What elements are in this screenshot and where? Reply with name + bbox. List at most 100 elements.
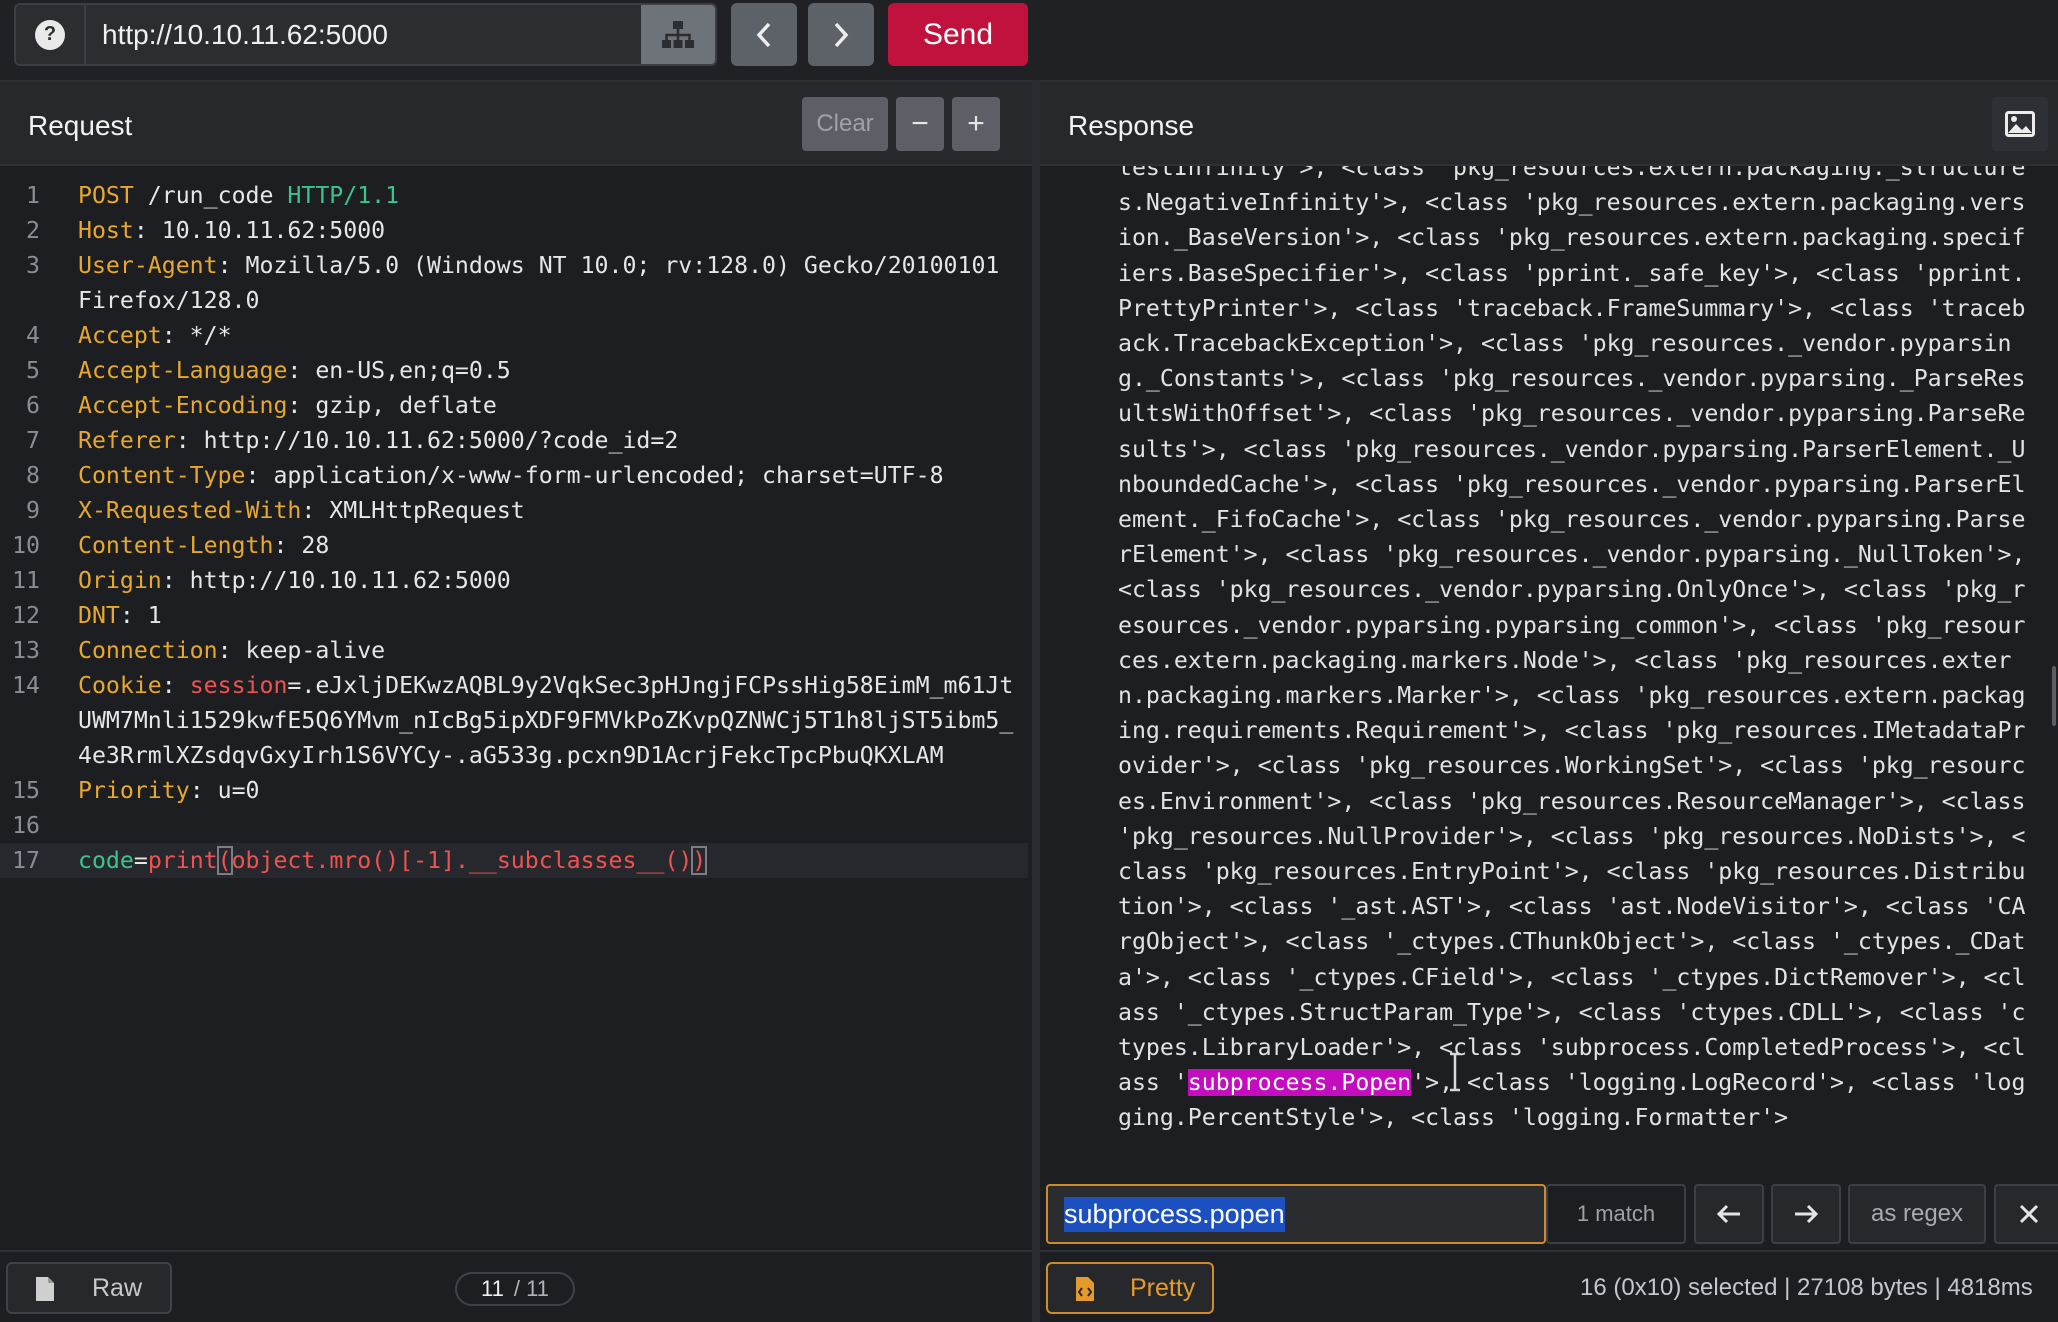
header-value: : en-US,en;q=0.5	[287, 357, 511, 384]
code-line: 13 Connection: keep-alive	[0, 633, 1028, 668]
panel-divider[interactable]	[1032, 80, 1040, 1322]
line-number: 11	[12, 567, 40, 594]
header-key: Priority	[78, 777, 190, 804]
code-line: 5 Accept-Language: en-US,en;q=0.5	[0, 353, 1028, 388]
code-line: 14 Cookie: session=.eJxljDEKwzAQBL9y2Vqk…	[0, 668, 1028, 773]
response-body[interactable]: testInfinity'>, <class 'pkg_resources.ex…	[1040, 166, 2058, 1256]
code-line: 4 Accept: */*	[0, 318, 1028, 353]
line-number: 9	[26, 497, 40, 524]
code-line: 12 DNT: 1	[0, 598, 1028, 633]
code-line: 10 Content-Length: 28	[0, 528, 1028, 563]
header-key: Cookie	[78, 672, 162, 699]
match-count: 1 match	[1546, 1184, 1686, 1244]
send-button[interactable]: Send	[888, 3, 1028, 66]
help-button[interactable]: ?	[16, 5, 86, 64]
code-line: 11 Origin: http://10.10.11.62:5000	[0, 563, 1028, 598]
response-title: Response	[1068, 110, 1195, 141]
raw-view-button[interactable]: Raw	[6, 1262, 172, 1314]
page-current[interactable]: 11	[481, 1276, 504, 1302]
request-footer: Raw 11 / 11	[0, 1250, 1032, 1322]
code-line: 8 Content-Type: application/x-www-form-u…	[0, 458, 1028, 493]
open-paren: (	[216, 846, 233, 875]
code-line: 9 X-Requested-With: XMLHttpRequest	[0, 493, 1028, 528]
header-value: : gzip, deflate	[287, 392, 497, 419]
sitemap-button[interactable]	[641, 5, 715, 64]
header-key: Content-Length	[78, 532, 274, 559]
header-value: : 10.10.11.62:5000	[133, 217, 386, 244]
decrease-button[interactable]: −	[896, 97, 944, 151]
line-number: 3	[26, 252, 40, 279]
close-icon	[2019, 1204, 2039, 1224]
header-value: : http://10.10.11.62:5000/?code_id=2	[175, 427, 679, 454]
chevron-left-icon	[756, 22, 771, 47]
code-line: 16	[0, 808, 1028, 843]
arrow-right-icon	[1795, 1204, 1819, 1224]
increase-button[interactable]: +	[952, 97, 1000, 151]
text-cursor-icon	[1450, 1052, 1460, 1092]
request-header: Request Clear − +	[0, 82, 1032, 166]
arrow-left-icon	[1716, 1204, 1740, 1224]
close-search-button[interactable]	[1994, 1184, 2058, 1244]
request-path: /run_code	[133, 182, 288, 209]
line-number: 14	[12, 672, 40, 699]
response-footer: Pretty 16 (0x10) selected | 27108 bytes …	[1040, 1250, 2058, 1322]
search-highlight: subprocess.Popen	[1187, 1069, 1412, 1097]
request-toolbar: ? http://10.10.11.62:5000 Send	[0, 0, 2058, 72]
line-number: 17	[12, 847, 40, 874]
forward-button[interactable]	[808, 3, 874, 66]
url-bar: ? http://10.10.11.62:5000	[14, 3, 717, 66]
header-value: : application/x-www-form-urlencoded; cha…	[245, 462, 944, 489]
request-title: Request	[28, 110, 133, 141]
line-number: 16	[12, 812, 40, 839]
response-scrollbar[interactable]	[2052, 666, 2056, 726]
next-match-button[interactable]	[1771, 1184, 1841, 1244]
header-value: : 1	[119, 602, 162, 629]
header-value: : keep-alive	[217, 637, 386, 664]
render-image-button[interactable]	[1992, 97, 2048, 151]
request-panel: Request Clear − + 1 POST /run_code HTTP/…	[0, 80, 1032, 1322]
previous-match-button[interactable]	[1694, 1184, 1764, 1244]
cookie-name: session	[189, 672, 288, 699]
line-number: 8	[26, 462, 40, 489]
search-bar: subprocess.popen 1 match as regex	[1040, 1180, 2058, 1248]
http-method: POST	[78, 182, 134, 209]
header-value: : XMLHttpRequest	[301, 497, 525, 524]
pretty-view-label: Pretty	[1130, 1273, 1196, 1302]
page-total: / 11	[513, 1276, 549, 1301]
response-text: testInfinity'>, <class 'pkg_resources.ex…	[1118, 166, 2026, 1097]
param-key: code	[78, 847, 134, 874]
header-value: : u=0	[189, 777, 260, 804]
header-key: Host	[78, 217, 134, 244]
back-button[interactable]	[731, 3, 797, 66]
raw-view-label: Raw	[92, 1273, 143, 1302]
response-header: Response	[1040, 82, 2058, 166]
line-number: 5	[26, 357, 40, 384]
close-paren: )	[691, 846, 708, 875]
code-line: 15 Priority: u=0	[0, 773, 1028, 808]
regex-toggle[interactable]: as regex	[1848, 1184, 1986, 1244]
response-panel: Response testInfinity'>, <class 'pkg_res…	[1040, 80, 2058, 1322]
question-icon: ?	[35, 19, 65, 50]
url-input[interactable]: http://10.10.11.62:5000	[86, 19, 641, 51]
line-number: 1	[26, 182, 40, 209]
request-editor[interactable]: 1 POST /run_code HTTP/1.1 2 Host: 10.10.…	[0, 178, 1028, 878]
header-key: Referer	[78, 427, 176, 454]
clear-button[interactable]: Clear	[802, 97, 888, 151]
search-value: subprocess.popen	[1064, 1196, 1285, 1232]
pretty-view-button[interactable]: Pretty	[1046, 1262, 1214, 1314]
code-line: 3 User-Agent: Mozilla/5.0 (Windows NT 10…	[0, 248, 1028, 318]
search-input[interactable]: subprocess.popen	[1046, 1184, 1546, 1244]
header-key: Origin	[78, 567, 162, 594]
line-number: 4	[26, 322, 40, 349]
function-argument: object.mro()[-1].__subclasses__()	[231, 847, 693, 874]
header-key: DNT	[78, 602, 120, 629]
header-key: X-Requested-With	[78, 497, 302, 524]
line-number: 10	[12, 532, 40, 559]
header-key: Accept-Encoding	[78, 392, 288, 419]
chevron-right-icon	[834, 22, 849, 47]
header-key: Accept-Language	[78, 357, 288, 384]
header-value: : Mozilla/5.0 (Windows NT 10.0; rv:128.0…	[78, 252, 1014, 314]
header-key: User-Agent	[78, 252, 218, 279]
page-indicator: 11 / 11	[455, 1272, 575, 1306]
header-key: Accept	[78, 322, 162, 349]
